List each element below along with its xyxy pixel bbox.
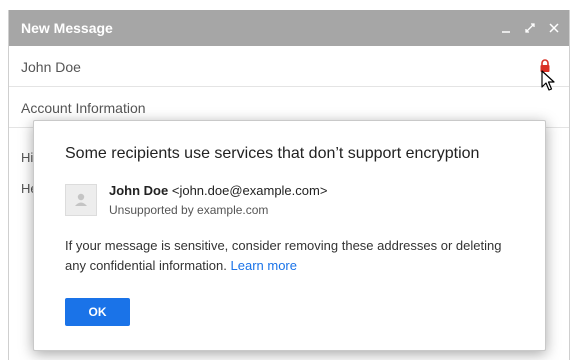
encryption-warning-dialog: Some recipients use services that don’t …	[33, 120, 546, 351]
learn-more-link[interactable]: Learn more	[231, 258, 297, 273]
dialog-message: If your message is sensitive, consider r…	[65, 236, 525, 276]
recipient-email: <john.doe@example.com>	[171, 183, 328, 198]
recipients-field[interactable]: John Doe	[9, 47, 569, 87]
ok-button[interactable]: OK	[65, 298, 130, 326]
avatar-icon	[65, 184, 97, 216]
expand-icon[interactable]	[523, 21, 537, 35]
dialog-title: Some recipients use services that don’t …	[65, 145, 480, 162]
recipient-status: Unsupported by example.com	[109, 203, 269, 217]
compose-title-bar[interactable]: New Message	[9, 10, 569, 46]
compose-title: New Message	[21, 20, 113, 36]
recipient-name: John Doe	[109, 183, 169, 198]
recipient-identity: John Doe <john.doe@example.com>	[109, 183, 327, 198]
minimize-icon[interactable]	[499, 21, 513, 35]
window-controls	[499, 10, 561, 46]
close-icon[interactable]	[547, 21, 561, 35]
subject-text: Account Information	[21, 100, 146, 116]
body-line-1: Hi	[21, 150, 34, 165]
mouse-cursor-icon	[541, 70, 555, 91]
recipient-chip[interactable]: John Doe	[21, 59, 81, 75]
